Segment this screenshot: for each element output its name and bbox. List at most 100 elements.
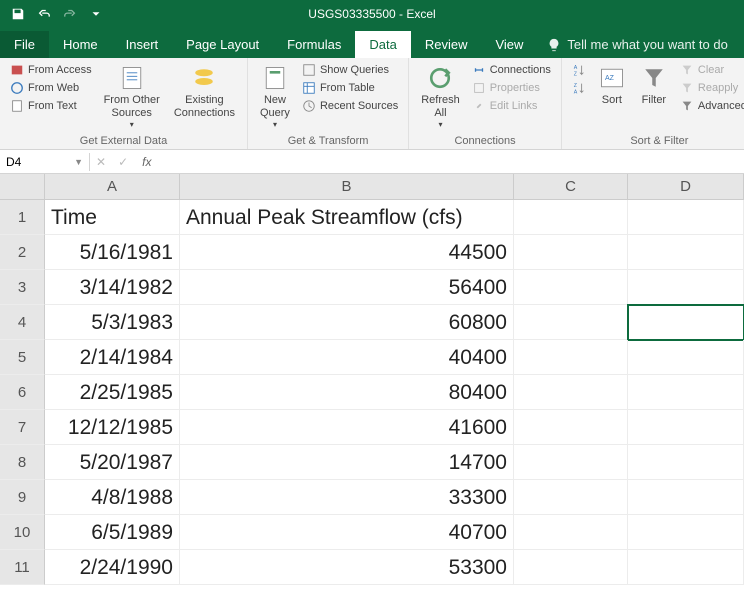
row-header-2[interactable]: 2 (0, 235, 45, 270)
undo-icon[interactable] (32, 2, 56, 26)
cell-B11[interactable]: 53300 (180, 550, 514, 585)
tab-file[interactable]: File (0, 31, 49, 58)
existing-connections-button[interactable]: Existing Connections (170, 62, 239, 132)
tell-me-search[interactable]: Tell me what you want to do (537, 31, 737, 58)
cell-C3[interactable] (514, 270, 628, 305)
sort-az-button[interactable]: AZ (570, 62, 588, 78)
refresh-all-button[interactable]: Refresh All▾ (417, 62, 464, 132)
connections-button[interactable]: Connections (470, 62, 553, 78)
row-header-11[interactable]: 11 (0, 550, 45, 585)
row-header-10[interactable]: 10 (0, 515, 45, 550)
cell-C7[interactable] (514, 410, 628, 445)
from-table-button[interactable]: From Table (300, 80, 400, 96)
tab-insert[interactable]: Insert (112, 31, 173, 58)
cell-B8[interactable]: 14700 (180, 445, 514, 480)
cell-B3[interactable]: 56400 (180, 270, 514, 305)
cell-A5[interactable]: 2/14/1984 (45, 340, 180, 375)
worksheet-grid[interactable]: ABCD1TimeAnnual Peak Streamflow (cfs)25/… (0, 174, 744, 585)
cell-A9[interactable]: 4/8/1988 (45, 480, 180, 515)
cell-A6[interactable]: 2/25/1985 (45, 375, 180, 410)
cell-A10[interactable]: 6/5/1989 (45, 515, 180, 550)
cell-D6[interactable] (628, 375, 744, 410)
cell-D5[interactable] (628, 340, 744, 375)
tab-formulas[interactable]: Formulas (273, 31, 355, 58)
row-header-6[interactable]: 6 (0, 375, 45, 410)
cell-D8[interactable] (628, 445, 744, 480)
cell-B10[interactable]: 40700 (180, 515, 514, 550)
row-header-9[interactable]: 9 (0, 480, 45, 515)
cell-B9[interactable]: 33300 (180, 480, 514, 515)
cell-C9[interactable] (514, 480, 628, 515)
cell-A3[interactable]: 3/14/1982 (45, 270, 180, 305)
row-header-4[interactable]: 4 (0, 305, 45, 340)
col-header-A[interactable]: A (45, 174, 180, 200)
clear-filter-button[interactable]: Clear (678, 62, 744, 78)
cell-A1[interactable]: Time (45, 200, 180, 235)
sort-button[interactable]: AZSort (594, 62, 630, 114)
row-header-3[interactable]: 3 (0, 270, 45, 305)
qat-dropdown-icon[interactable] (84, 2, 108, 26)
fx-icon[interactable]: fx (134, 155, 159, 169)
filter-button[interactable]: Filter (636, 62, 672, 114)
cell-D7[interactable] (628, 410, 744, 445)
cell-A4[interactable]: 5/3/1983 (45, 305, 180, 340)
cell-A11[interactable]: 2/24/1990 (45, 550, 180, 585)
cell-B5[interactable]: 40400 (180, 340, 514, 375)
row-header-5[interactable]: 5 (0, 340, 45, 375)
row-header-1[interactable]: 1 (0, 200, 45, 235)
enter-icon[interactable]: ✓ (112, 155, 134, 169)
cell-D9[interactable] (628, 480, 744, 515)
from-web-button[interactable]: From Web (8, 80, 94, 96)
cell-C5[interactable] (514, 340, 628, 375)
cell-B7[interactable]: 41600 (180, 410, 514, 445)
cell-A2[interactable]: 5/16/1981 (45, 235, 180, 270)
cell-A8[interactable]: 5/20/1987 (45, 445, 180, 480)
from-text-button[interactable]: From Text (8, 98, 94, 114)
name-box[interactable]: D4 ▼ (0, 153, 90, 171)
properties-button[interactable]: Properties (470, 80, 553, 96)
tab-review[interactable]: Review (411, 31, 482, 58)
from-other-sources-button[interactable]: From Other Sources▾ (100, 62, 164, 132)
save-icon[interactable] (6, 2, 30, 26)
cell-C4[interactable] (514, 305, 628, 340)
cell-D11[interactable] (628, 550, 744, 585)
advanced-filter-button[interactable]: Advanced (678, 98, 744, 114)
cell-A7[interactable]: 12/12/1985 (45, 410, 180, 445)
col-header-B[interactable]: B (180, 174, 514, 200)
from-access-button[interactable]: From Access (8, 62, 94, 78)
redo-icon[interactable] (58, 2, 82, 26)
tab-view[interactable]: View (481, 31, 537, 58)
col-header-C[interactable]: C (514, 174, 628, 200)
cell-C2[interactable] (514, 235, 628, 270)
col-header-D[interactable]: D (628, 174, 744, 200)
tab-home[interactable]: Home (49, 31, 112, 58)
select-all-corner[interactable] (0, 174, 45, 200)
tab-page-layout[interactable]: Page Layout (172, 31, 273, 58)
cell-D2[interactable] (628, 235, 744, 270)
new-query-button[interactable]: New Query▾ (256, 62, 294, 132)
cell-D4[interactable] (628, 305, 744, 340)
formula-input[interactable] (159, 152, 744, 171)
cell-C6[interactable] (514, 375, 628, 410)
show-queries-button[interactable]: Show Queries (300, 62, 400, 78)
reapply-button[interactable]: Reapply (678, 80, 744, 96)
cell-B6[interactable]: 80400 (180, 375, 514, 410)
sort-za-button[interactable]: ZA (570, 80, 588, 96)
cell-D10[interactable] (628, 515, 744, 550)
row-header-7[interactable]: 7 (0, 410, 45, 445)
cell-B2[interactable]: 44500 (180, 235, 514, 270)
cell-C8[interactable] (514, 445, 628, 480)
cell-C10[interactable] (514, 515, 628, 550)
cell-C1[interactable] (514, 200, 628, 235)
cell-C11[interactable] (514, 550, 628, 585)
tab-data[interactable]: Data (355, 31, 410, 58)
cell-B1[interactable]: Annual Peak Streamflow (cfs) (180, 200, 514, 235)
cell-D1[interactable] (628, 200, 744, 235)
cancel-icon[interactable]: ✕ (90, 155, 112, 169)
group-label-sort-filter: Sort & Filter (570, 133, 744, 147)
edit-links-button[interactable]: Edit Links (470, 98, 553, 114)
cell-B4[interactable]: 60800 (180, 305, 514, 340)
row-header-8[interactable]: 8 (0, 445, 45, 480)
recent-sources-button[interactable]: Recent Sources (300, 98, 400, 114)
cell-D3[interactable] (628, 270, 744, 305)
